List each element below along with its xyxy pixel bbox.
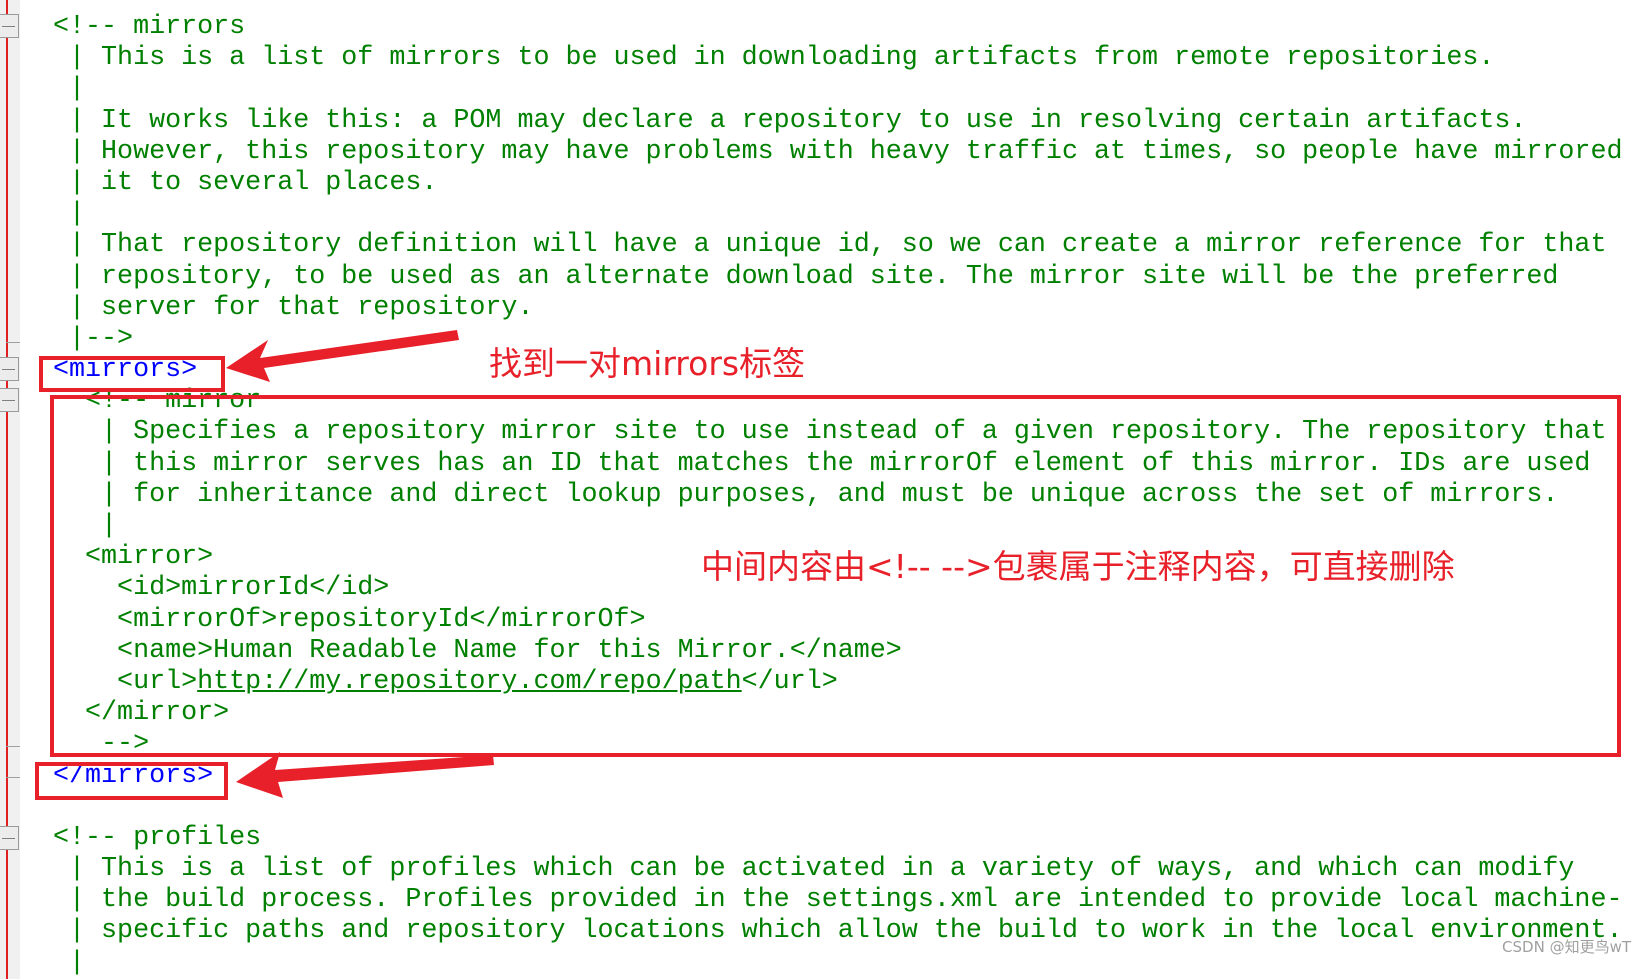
highlight-close-mirrors-tag (35, 762, 228, 800)
watermark: CSDN @知更鸟wT (1502, 938, 1631, 956)
highlight-open-mirrors-tag (39, 356, 225, 392)
arrow-to-open-tag (226, 330, 459, 382)
arrow-to-close-tag (236, 752, 494, 798)
annotation-find-mirrors: 找到一对mirrors标签 (489, 344, 806, 383)
annotation-comment-delete: 中间内容由<!-- -->包裹属于注释内容，可直接删除 (701, 547, 1455, 586)
